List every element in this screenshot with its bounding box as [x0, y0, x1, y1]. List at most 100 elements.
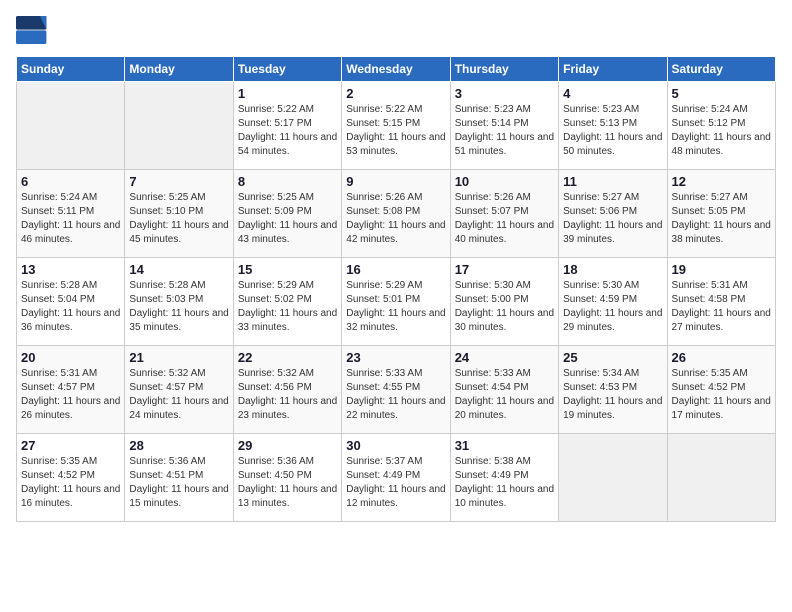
day-info: Sunrise: 5:26 AM Sunset: 5:07 PM Dayligh…: [455, 191, 554, 247]
day-cell: 22Sunrise: 5:32 AM Sunset: 4:56 PM Dayli…: [233, 346, 341, 434]
day-header: Wednesday: [342, 57, 450, 82]
week-row: 27Sunrise: 5:35 AM Sunset: 4:52 PM Dayli…: [17, 434, 776, 522]
day-info: Sunrise: 5:24 AM Sunset: 5:11 PM Dayligh…: [21, 191, 120, 247]
day-info: Sunrise: 5:30 AM Sunset: 4:59 PM Dayligh…: [563, 279, 662, 335]
week-row: 13 Sunrise: 5:28 AM Sunset: 5:04 PM Dayli…: [17, 258, 776, 346]
day-number: 13: [21, 262, 120, 277]
day-cell: 14 Sunrise: 5:28 AM Sunset: 5:03 PM Dayli…: [125, 258, 233, 346]
day-number: 22: [238, 350, 337, 365]
day-number: 16: [346, 262, 445, 277]
day-number: 11: [563, 174, 662, 189]
day-info: Sunrise: 5:34 AM Sunset: 4:53 PM Dayligh…: [563, 367, 662, 423]
day-cell: 4 Sunrise: 5:23 AM Sunset: 5:13 PM Daylig…: [559, 82, 667, 170]
day-number: 5: [672, 86, 771, 101]
day-number: 6: [21, 174, 120, 189]
day-header: Friday: [559, 57, 667, 82]
day-info: Sunrise: 5:38 AM Sunset: 4:49 PM Dayligh…: [455, 455, 554, 511]
day-info: Sunrise: 5:36 AM Sunset: 4:50 PM Dayligh…: [238, 455, 337, 511]
day-cell: 27Sunrise: 5:35 AM Sunset: 4:52 PM Dayli…: [17, 434, 125, 522]
logo-icon: [16, 16, 48, 44]
day-info: Sunrise: 5:25 AM Sunset: 5:09 PM Dayligh…: [238, 191, 337, 247]
day-cell: 17 Sunrise: 5:30 AM Sunset: 5:00 PM Dayli…: [450, 258, 558, 346]
day-number: 25: [563, 350, 662, 365]
day-cell: 5 Sunrise: 5:24 AM Sunset: 5:12 PM Daylig…: [667, 82, 775, 170]
day-cell: 9 Sunrise: 5:26 AM Sunset: 5:08 PM Daylig…: [342, 170, 450, 258]
day-number: 23: [346, 350, 445, 365]
day-cell: 29 Sunrise: 5:36 AM Sunset: 4:50 PM Dayli…: [233, 434, 341, 522]
day-cell: 18 Sunrise: 5:30 AM Sunset: 4:59 PM Dayli…: [559, 258, 667, 346]
day-cell: 12 Sunrise: 5:27 AM Sunset: 5:05 PM Dayli…: [667, 170, 775, 258]
day-info: Sunrise: 5:27 AM Sunset: 5:05 PM Dayligh…: [672, 191, 771, 247]
day-info: Sunrise: 5:30 AM Sunset: 5:00 PM Dayligh…: [455, 279, 554, 335]
day-cell: 24Sunrise: 5:33 AM Sunset: 4:54 PM Dayli…: [450, 346, 558, 434]
day-cell: [559, 434, 667, 522]
day-info: Sunrise: 5:26 AM Sunset: 5:08 PM Dayligh…: [346, 191, 445, 247]
day-number: 19: [672, 262, 771, 277]
day-cell: 23 Sunrise: 5:33 AM Sunset: 4:55 PM Dayli…: [342, 346, 450, 434]
day-info: Sunrise: 5:28 AM Sunset: 5:03 PM Dayligh…: [129, 279, 228, 335]
day-info: Sunrise: 5:32 AM Sunset: 4:57 PM Dayligh…: [129, 367, 228, 423]
day-info: Sunrise: 5:35 AM Sunset: 4:52 PM Dayligh…: [672, 367, 771, 423]
day-cell: 30 Sunrise: 5:37 AM Sunset: 4:49 PM Dayli…: [342, 434, 450, 522]
day-number: 7: [129, 174, 228, 189]
day-cell: 13 Sunrise: 5:28 AM Sunset: 5:04 PM Dayli…: [17, 258, 125, 346]
day-cell: 8 Sunrise: 5:25 AM Sunset: 5:09 PM Daylig…: [233, 170, 341, 258]
week-row: 20 Sunrise: 5:31 AM Sunset: 4:57 PM Dayli…: [17, 346, 776, 434]
day-number: 26: [672, 350, 771, 365]
day-info: Sunrise: 5:33 AM Sunset: 4:55 PM Dayligh…: [346, 367, 445, 423]
day-info: Sunrise: 5:23 AM Sunset: 5:13 PM Dayligh…: [563, 103, 662, 159]
day-info: Sunrise: 5:37 AM Sunset: 4:49 PM Dayligh…: [346, 455, 445, 511]
day-number: 31: [455, 438, 554, 453]
day-cell: 31 Sunrise: 5:38 AM Sunset: 4:49 PM Dayli…: [450, 434, 558, 522]
day-info: Sunrise: 5:28 AM Sunset: 5:04 PM Dayligh…: [21, 279, 120, 335]
day-cell: [125, 82, 233, 170]
day-number: 20: [21, 350, 120, 365]
day-cell: 19 Sunrise: 5:31 AM Sunset: 4:58 PM Dayli…: [667, 258, 775, 346]
day-header: Saturday: [667, 57, 775, 82]
day-header: Monday: [125, 57, 233, 82]
day-info: Sunrise: 5:33 AM Sunset: 4:54 PM Dayligh…: [455, 367, 554, 423]
week-row: 1 Sunrise: 5:22 AM Sunset: 5:17 PM Daylig…: [17, 82, 776, 170]
day-header: Sunday: [17, 57, 125, 82]
header-row: SundayMondayTuesdayWednesdayThursdayFrid…: [17, 57, 776, 82]
day-number: 29: [238, 438, 337, 453]
week-row: 6 Sunrise: 5:24 AM Sunset: 5:11 PM Daylig…: [17, 170, 776, 258]
calendar-table: SundayMondayTuesdayWednesdayThursdayFrid…: [16, 56, 776, 522]
day-number: 10: [455, 174, 554, 189]
day-number: 28: [129, 438, 228, 453]
day-info: Sunrise: 5:27 AM Sunset: 5:06 PM Dayligh…: [563, 191, 662, 247]
day-number: 1: [238, 86, 337, 101]
day-cell: 28 Sunrise: 5:36 AM Sunset: 4:51 PM Dayli…: [125, 434, 233, 522]
day-info: Sunrise: 5:29 AM Sunset: 5:01 PM Dayligh…: [346, 279, 445, 335]
day-cell: 3 Sunrise: 5:23 AM Sunset: 5:14 PM Daylig…: [450, 82, 558, 170]
day-info: Sunrise: 5:25 AM Sunset: 5:10 PM Dayligh…: [129, 191, 228, 247]
day-number: 4: [563, 86, 662, 101]
day-cell: 6 Sunrise: 5:24 AM Sunset: 5:11 PM Daylig…: [17, 170, 125, 258]
logo: [16, 16, 52, 44]
day-number: 8: [238, 174, 337, 189]
day-info: Sunrise: 5:36 AM Sunset: 4:51 PM Dayligh…: [129, 455, 228, 511]
day-cell: 11 Sunrise: 5:27 AM Sunset: 5:06 PM Dayli…: [559, 170, 667, 258]
day-number: 18: [563, 262, 662, 277]
day-cell: 20 Sunrise: 5:31 AM Sunset: 4:57 PM Dayli…: [17, 346, 125, 434]
day-info: Sunrise: 5:24 AM Sunset: 5:12 PM Dayligh…: [672, 103, 771, 159]
day-number: 17: [455, 262, 554, 277]
day-info: Sunrise: 5:31 AM Sunset: 4:58 PM Dayligh…: [672, 279, 771, 335]
day-info: Sunrise: 5:31 AM Sunset: 4:57 PM Dayligh…: [21, 367, 120, 423]
day-cell: 16 Sunrise: 5:29 AM Sunset: 5:01 PM Dayli…: [342, 258, 450, 346]
day-cell: 25 Sunrise: 5:34 AM Sunset: 4:53 PM Dayli…: [559, 346, 667, 434]
day-number: 14: [129, 262, 228, 277]
day-info: Sunrise: 5:22 AM Sunset: 5:17 PM Dayligh…: [238, 103, 337, 159]
page-header: [16, 16, 776, 44]
day-info: Sunrise: 5:22 AM Sunset: 5:15 PM Dayligh…: [346, 103, 445, 159]
day-info: Sunrise: 5:35 AM Sunset: 4:52 PM Dayligh…: [21, 455, 120, 511]
day-cell: 1 Sunrise: 5:22 AM Sunset: 5:17 PM Daylig…: [233, 82, 341, 170]
day-number: 15: [238, 262, 337, 277]
day-info: Sunrise: 5:29 AM Sunset: 5:02 PM Dayligh…: [238, 279, 337, 335]
day-number: 12: [672, 174, 771, 189]
day-cell: 21Sunrise: 5:32 AM Sunset: 4:57 PM Dayli…: [125, 346, 233, 434]
day-info: Sunrise: 5:23 AM Sunset: 5:14 PM Dayligh…: [455, 103, 554, 159]
day-number: 9: [346, 174, 445, 189]
day-number: 3: [455, 86, 554, 101]
day-number: 30: [346, 438, 445, 453]
